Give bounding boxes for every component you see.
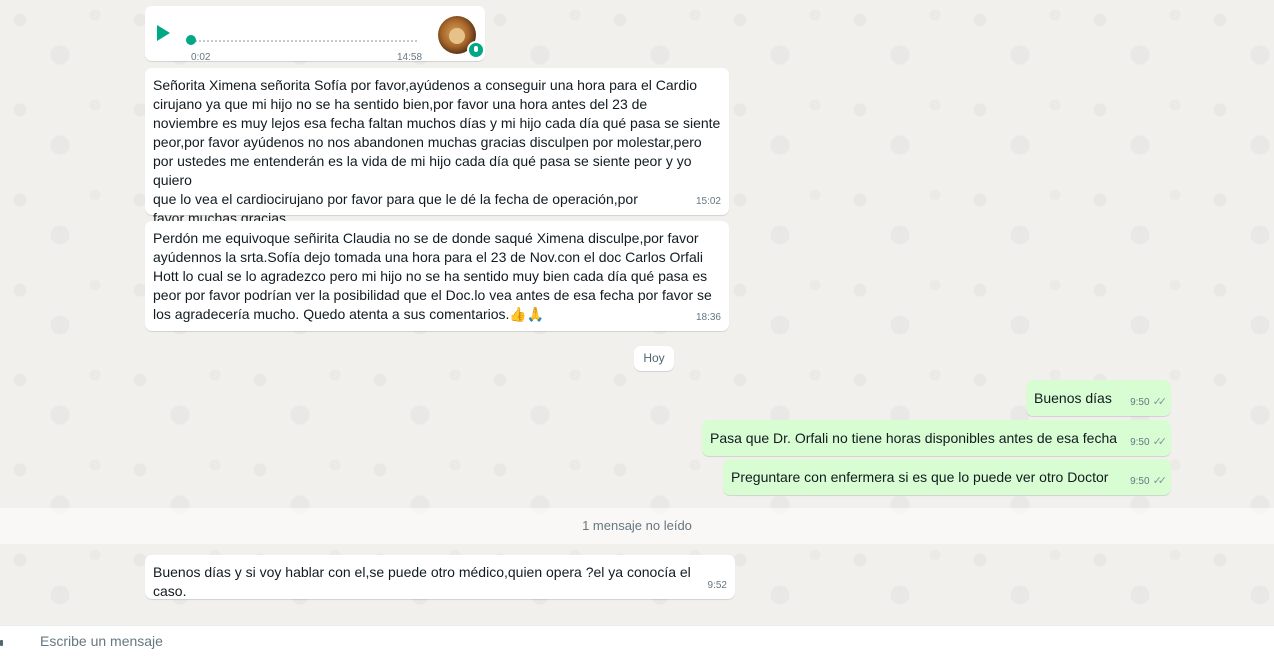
message-time: 15:02 bbox=[695, 196, 721, 207]
message-text: Señorita Ximena señorita Sofía por favor… bbox=[153, 77, 721, 226]
incoming-message[interactable]: Perdón me equivoque señirita Claudia no … bbox=[145, 221, 729, 331]
message-status: 9:50 ✓✓ bbox=[1130, 393, 1168, 412]
double-check-icon: ✓✓ bbox=[1152, 396, 1168, 408]
message-input[interactable] bbox=[40, 626, 1240, 656]
message-time: 9:50 bbox=[1130, 476, 1150, 487]
unread-divider: 1 mensaje no leído bbox=[0, 508, 1274, 544]
message-text: Pasa que Dr. Orfali no tiene horas dispo… bbox=[710, 430, 1118, 446]
audio-progress-handle[interactable] bbox=[186, 35, 196, 45]
incoming-message[interactable]: Buenos días y si voy hablar con el,se pu… bbox=[145, 555, 735, 599]
outgoing-message[interactable]: Preguntare con enfermera si es que lo pu… bbox=[723, 459, 1171, 495]
incoming-message[interactable]: Señorita Ximena señorita Sofía por favor… bbox=[145, 68, 729, 226]
audio-progress-track[interactable] bbox=[191, 40, 417, 42]
message-time: 18:36 bbox=[695, 312, 721, 323]
outgoing-message[interactable]: Buenos días 9:50 ✓✓ bbox=[1026, 380, 1171, 416]
message-status: 9:50 ✓✓ bbox=[1130, 433, 1168, 452]
message-time: 9:50 bbox=[1130, 437, 1150, 448]
outgoing-message[interactable]: Pasa que Dr. Orfali no tiene horas dispo… bbox=[702, 420, 1171, 456]
message-time: 9:50 bbox=[1130, 397, 1150, 408]
message-text: Buenos días bbox=[1034, 390, 1112, 406]
microphone-icon bbox=[467, 41, 485, 59]
message-text: Perdón me equivoque señirita Claudia no … bbox=[153, 230, 712, 322]
message-text: Buenos días y si voy hablar con el,se pu… bbox=[153, 564, 691, 599]
voice-message[interactable]: 0:02 14:58 bbox=[145, 6, 485, 63]
double-check-icon: ✓✓ bbox=[1152, 475, 1168, 487]
date-divider: Hoy bbox=[634, 346, 674, 371]
audio-duration: 0:02 bbox=[191, 52, 211, 63]
message-status: 9:50 ✓✓ bbox=[1130, 472, 1168, 491]
double-check-icon: ✓✓ bbox=[1152, 436, 1168, 448]
emoji-button-edge[interactable] bbox=[0, 640, 3, 646]
message-time: 14:58 bbox=[397, 52, 423, 63]
message-time: 9:52 bbox=[707, 580, 727, 591]
play-icon[interactable] bbox=[157, 25, 170, 41]
message-composer bbox=[0, 625, 1274, 656]
message-text: Preguntare con enfermera si es que lo pu… bbox=[731, 469, 1109, 485]
